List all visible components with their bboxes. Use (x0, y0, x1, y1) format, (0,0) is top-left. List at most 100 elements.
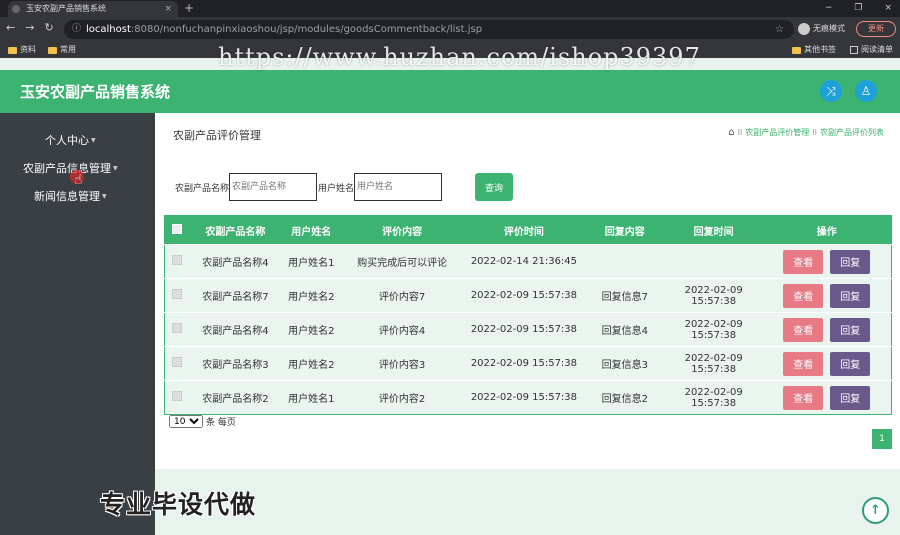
bookmark-label: 常用 (60, 45, 76, 54)
url-input[interactable]: ⓘ localhost:8080/nonfuchanpinxiaoshou/js… (64, 20, 794, 39)
comment-content-cell: 评价内容4 (341, 312, 463, 347)
table-header-row: 农副产品名称 用户姓名 评价内容 评价时间 回复内容 回复时间 操作 (164, 215, 892, 245)
comment-time-cell: 2022-02-09 15:57:38 (463, 312, 585, 347)
home-icon[interactable]: ⌂ (728, 127, 734, 138)
bookmark-item[interactable]: 常用 (48, 42, 76, 58)
product-name-cell: 农副产品名称2 (189, 380, 282, 415)
bookmark-label: 其他书签 (804, 45, 836, 54)
view-button[interactable]: 查看 (783, 283, 824, 308)
user-name-label: 用户姓名 (318, 183, 355, 194)
search-button[interactable]: 查询 (475, 173, 513, 201)
minimize-icon[interactable]: − (825, 0, 833, 16)
bookmark-item[interactable]: 资料 (8, 42, 36, 58)
reply-button[interactable]: 回复 (830, 317, 871, 342)
product-name-input[interactable] (229, 173, 318, 201)
select-all-checkbox[interactable] (172, 223, 183, 234)
reload-icon[interactable]: ↻ (44, 21, 53, 34)
page-title: 农副产品评价管理 (173, 129, 261, 142)
column-header: 用户姓名 (281, 215, 342, 245)
view-button[interactable]: 查看 (783, 385, 824, 410)
reply-content-cell: 回复信息2 (584, 380, 665, 415)
reply-time-cell (664, 244, 763, 279)
breadcrumb-separator: II (812, 128, 817, 137)
column-header: 评价时间 (463, 215, 585, 245)
reply-content-cell: 回复信息4 (584, 312, 665, 347)
update-button[interactable]: 更新 (856, 21, 896, 37)
comment-time-cell: 2022-02-09 15:57:38 (463, 346, 585, 381)
column-header: 评价内容 (341, 215, 463, 245)
page-size-control: 10 条 每页 (169, 415, 236, 428)
table-row: 农副产品名称4 用户姓名1 购买完成后可以评论 2022-02-14 21:36… (164, 244, 892, 279)
breadcrumb-item[interactable]: 农副产品评价管理 (745, 127, 809, 138)
actions-cell: 查看 回复 (762, 244, 892, 279)
sidebar-item-news-management[interactable]: 新闻信息管理 ▼ (0, 187, 155, 207)
actions-cell: 查看 回复 (762, 380, 892, 415)
search-form: 农副产品名称 用户姓名 (175, 173, 443, 201)
view-button[interactable]: 查看 (783, 351, 824, 376)
back-icon[interactable]: ← (6, 21, 15, 34)
maximize-icon[interactable]: ❐ (854, 0, 862, 16)
reading-list-icon (850, 46, 858, 54)
browser-tab[interactable]: 玉安农副产品销售系统 × (8, 1, 178, 17)
sidebar-item-personal-center[interactable]: 个人中心 ▼ (0, 131, 155, 151)
main-panel: 农副产品评价管理 ⌂ II 农副产品评价管理 II 农副产品评价列表 农副产品名… (155, 113, 900, 469)
user-name-input[interactable] (354, 173, 443, 201)
table-row: 农副产品名称7 用户姓名2 评价内容7 2022-02-09 15:57:38 … (164, 278, 892, 313)
view-button[interactable]: 查看 (783, 249, 824, 274)
reply-button[interactable]: 回复 (830, 249, 871, 274)
hand-pointer-icon: ☝ (74, 172, 83, 188)
row-checkbox[interactable] (172, 255, 183, 265)
url-path: :8080/nonfuchanpinxiaoshou/jsp/modules/g… (130, 24, 483, 35)
watermark: https://www.huzhan.com/ishop39397 (218, 43, 701, 71)
actions-cell: 查看 回复 (762, 278, 892, 313)
breadcrumb-item[interactable]: 农副产品评价列表 (820, 127, 884, 138)
user-name-cell: 用户姓名2 (281, 278, 342, 313)
tab-close-icon[interactable]: × (164, 1, 172, 17)
row-checkbox[interactable] (172, 391, 183, 401)
row-checkbox[interactable] (172, 289, 183, 299)
folder-icon (48, 46, 57, 54)
other-bookmarks[interactable]: 其他书签 (792, 42, 836, 58)
shuffle-icon[interactable]: ⤨ (820, 80, 842, 102)
comment-content-cell: 评价内容2 (341, 380, 463, 415)
forward-icon[interactable]: → (25, 21, 34, 34)
reply-button[interactable]: 回复 (830, 385, 871, 410)
incognito-label: 无痕模式 (813, 24, 845, 33)
reply-time-cell: 2022-02-09 15:57:38 (664, 346, 763, 381)
user-icon[interactable]: ♙ (855, 80, 877, 102)
comment-content-cell: 评价内容7 (341, 278, 463, 313)
table-row: 农副产品名称4 用户姓名2 评价内容4 2022-02-09 15:57:38 … (164, 312, 892, 347)
window-close-icon[interactable]: × (884, 0, 892, 16)
reply-button[interactable]: 回复 (830, 283, 871, 308)
view-button[interactable]: 查看 (783, 317, 824, 342)
column-header: 回复内容 (584, 215, 665, 245)
column-header: 操作 (762, 215, 892, 245)
bookmark-label: 资料 (20, 45, 36, 54)
product-name-cell: 农副产品名称4 (189, 312, 282, 347)
reply-button[interactable]: 回复 (830, 351, 871, 376)
new-tab-button[interactable]: + (184, 0, 194, 16)
page-size-select[interactable]: 10 (169, 415, 203, 428)
caret-down-icon: ▼ (113, 165, 118, 172)
sidebar-item-label: 农副产品信息管理 (23, 162, 111, 175)
incognito-indicator[interactable]: 无痕模式 (798, 22, 845, 36)
reply-content-cell (584, 244, 665, 279)
page-1-button[interactable]: 1 (872, 429, 892, 449)
info-icon[interactable]: ⓘ (72, 20, 81, 39)
table-row: 农副产品名称2 用户姓名1 评价内容2 2022-02-09 15:57:38 … (164, 380, 892, 415)
table-row: 农副产品名称3 用户姓名2 评价内容3 2022-02-09 15:57:38 … (164, 346, 892, 381)
folder-icon (8, 46, 17, 54)
bookmark-star-icon[interactable]: ☆ (775, 20, 784, 39)
incognito-icon (798, 23, 810, 35)
row-checkbox[interactable] (172, 357, 183, 367)
back-to-top-icon[interactable]: ↑ (862, 497, 889, 524)
product-name-cell: 农副产品名称3 (189, 346, 282, 381)
user-name-cell: 用户姓名2 (281, 346, 342, 381)
promo-overlay-text: 专业毕设代做 (100, 490, 257, 519)
nav-buttons: ← → ↻ (6, 21, 54, 34)
comment-time-cell: 2022-02-09 15:57:38 (463, 278, 585, 313)
checkbox-cell (164, 380, 190, 415)
reading-list[interactable]: 阅读清单 (850, 42, 893, 58)
row-checkbox[interactable] (172, 323, 183, 333)
reply-time-cell: 2022-02-09 15:57:38 (664, 380, 763, 415)
